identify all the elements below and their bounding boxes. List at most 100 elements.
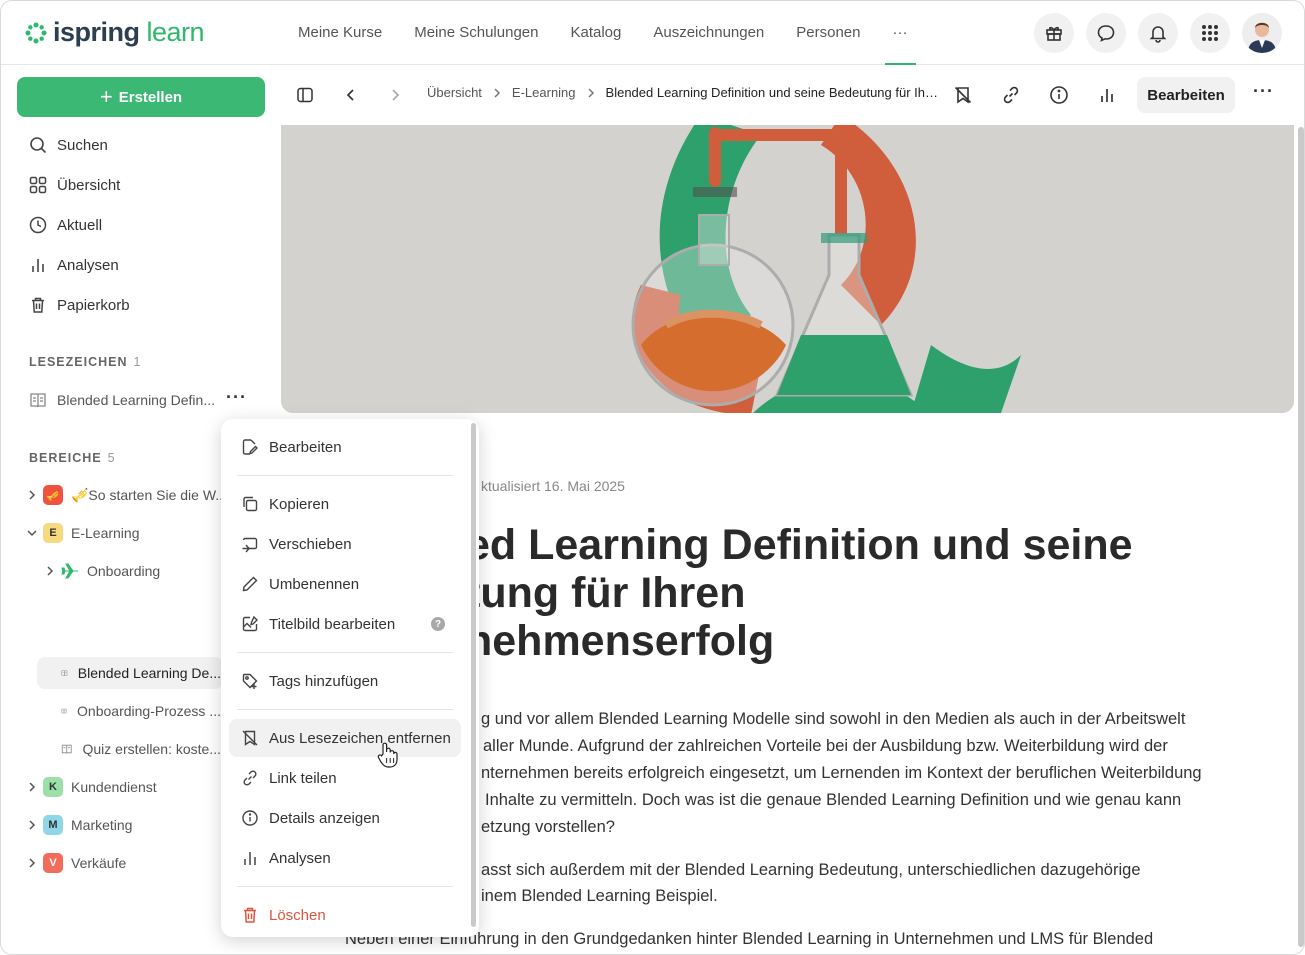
copy-icon bbox=[243, 496, 258, 512]
chat-button[interactable] bbox=[1086, 13, 1126, 53]
breadcrumb-current: Blended Learning Definition und seine Be… bbox=[605, 85, 942, 100]
sidebar-item-analysen[interactable]: Analysen bbox=[29, 253, 119, 277]
area-item-verkaeufe[interactable]: V Verkäufe bbox=[25, 847, 221, 879]
folder-item-onboarding[interactable]: Onboarding bbox=[43, 555, 221, 587]
course-item-quiz-erstellen[interactable]: Quiz erstellen: koste... bbox=[61, 733, 221, 765]
copy-link-button[interactable] bbox=[999, 83, 1023, 107]
nav-meine-schulungen[interactable]: Meine Schulungen bbox=[398, 1, 554, 65]
back-button[interactable] bbox=[339, 83, 363, 107]
info-button[interactable] bbox=[1047, 83, 1071, 107]
chevron-right-icon bbox=[47, 566, 54, 576]
sidebar-item-label: Übersicht bbox=[57, 176, 121, 194]
move-icon bbox=[242, 537, 258, 553]
avatar[interactable] bbox=[1242, 13, 1282, 53]
menu-item-analysen[interactable]: Analysen bbox=[229, 839, 461, 877]
menu-item-bearbeiten[interactable]: Bearbeiten bbox=[229, 428, 461, 466]
title-line-2: tung für Ihren bbox=[466, 569, 746, 617]
more-options-button[interactable]: ··· bbox=[1253, 81, 1274, 102]
link-icon bbox=[1003, 86, 1019, 104]
paragraph-line: nternehmen bereits erfolgreich eingesetz… bbox=[481, 764, 1202, 782]
analytics-button[interactable] bbox=[1095, 83, 1119, 107]
paragraph-line: asst sich außerdem mit der Blended Learn… bbox=[481, 861, 1141, 879]
area-item-so-starten[interactable]: 🎺 🎺So starten Sie die W... bbox=[25, 479, 221, 511]
edit-button[interactable]: Bearbeiten bbox=[1137, 77, 1235, 113]
chevron-down-icon bbox=[27, 530, 37, 537]
nav-katalog[interactable]: Katalog bbox=[554, 1, 637, 65]
info-icon bbox=[1050, 86, 1068, 104]
chevron-right-icon bbox=[29, 490, 36, 500]
course-item-blended-learning-content[interactable]: Blended Learning De... bbox=[61, 657, 221, 689]
area-badge: K bbox=[43, 777, 63, 797]
breadcrumb-e-learning[interactable]: E-Learning bbox=[512, 85, 576, 100]
help-icon[interactable]: ? bbox=[431, 617, 445, 631]
logo-text: ispring learn bbox=[53, 17, 205, 47]
menu-item-label: Details anzeigen bbox=[269, 809, 380, 827]
area-item-e-learning[interactable]: E E-Learning bbox=[25, 517, 221, 549]
area-item-marketing[interactable]: M Marketing bbox=[25, 809, 221, 841]
menu-item-details-anzeigen[interactable]: Details anzeigen bbox=[229, 799, 461, 837]
logo-icon bbox=[25, 22, 47, 43]
image-edit-icon bbox=[242, 615, 258, 632]
menu-item-titelbild-bearbeiten[interactable]: Titelbild bearbeiten ? bbox=[229, 605, 461, 643]
nav-more[interactable]: ··· bbox=[877, 1, 924, 65]
forward-button[interactable] bbox=[383, 83, 407, 107]
chevron-left-icon bbox=[346, 89, 354, 101]
notifications-button[interactable] bbox=[1138, 13, 1178, 53]
sidebar-item-label: Papierkorb bbox=[57, 296, 130, 314]
document-icon bbox=[61, 708, 67, 714]
chevron-right-icon bbox=[392, 89, 400, 101]
area-label: Marketing bbox=[71, 817, 133, 833]
context-menu: Bearbeiten Kopieren Verschieben Umbenenn… bbox=[221, 419, 479, 937]
menu-item-label: Löschen bbox=[269, 906, 326, 924]
menu-item-tags-hinzufuegen[interactable]: Tags hinzufügen bbox=[229, 662, 461, 700]
menu-scrollbar[interactable] bbox=[471, 423, 476, 927]
course-label: Quiz erstellen: koste... bbox=[82, 741, 221, 757]
menu-item-umbenennen[interactable]: Umbenennen bbox=[229, 565, 461, 603]
menu-item-aus-lesezeichen-entfernen[interactable]: Aus Lesezeichen entfernen bbox=[229, 719, 461, 757]
bar-chart-icon bbox=[244, 852, 256, 865]
paragraph-line: inem Blended Learning Beispiel. bbox=[481, 887, 718, 905]
cover-dim-overlay bbox=[281, 125, 1294, 413]
updated-date: ktualisiert 16. Mai 2025 bbox=[481, 478, 625, 494]
apps-button[interactable] bbox=[1190, 13, 1230, 53]
nav-personen[interactable]: Personen bbox=[780, 1, 876, 65]
bookmark-more-button[interactable]: ··· bbox=[226, 387, 247, 408]
course-item-onboarding-prozess[interactable]: Onboarding-Prozess ... bbox=[61, 695, 221, 727]
create-button[interactable]: + Erstellen bbox=[17, 77, 265, 117]
sidebar-item-papierkorb[interactable]: Papierkorb bbox=[29, 293, 130, 317]
sidebar-item-aktuell[interactable]: Aktuell bbox=[29, 213, 102, 237]
menu-item-kopieren[interactable]: Kopieren bbox=[229, 485, 461, 523]
bookmark-remove-icon bbox=[954, 86, 972, 104]
menu-separator bbox=[237, 652, 453, 653]
menu-item-verschieben[interactable]: Verschieben bbox=[229, 525, 461, 563]
area-badge: M bbox=[43, 815, 63, 835]
menu-item-label: Verschieben bbox=[269, 535, 352, 553]
nav-auszeichnungen[interactable]: Auszeichnungen bbox=[637, 1, 780, 65]
gift-button[interactable] bbox=[1034, 13, 1074, 53]
sidebar-item-suchen[interactable]: Suchen bbox=[29, 133, 108, 157]
menu-separator bbox=[237, 886, 453, 887]
sidebar-item-uebersicht[interactable]: Übersicht bbox=[29, 173, 120, 197]
area-badge: 🎺 bbox=[43, 485, 63, 505]
area-item-kundendienst[interactable]: K Kundendienst bbox=[25, 771, 221, 803]
link-icon bbox=[243, 770, 257, 786]
paragraph-line: Inhalte zu vermitteln. Doch was ist die … bbox=[485, 791, 1182, 809]
breadcrumb-uebersicht[interactable]: Übersicht bbox=[427, 85, 482, 100]
area-badge: V bbox=[43, 853, 63, 873]
logo[interactable]: ispring learn bbox=[25, 17, 205, 48]
chevron-right-icon bbox=[29, 782, 36, 792]
bookmark-toggle-button[interactable] bbox=[951, 83, 975, 107]
bookmark-remove-icon bbox=[242, 730, 258, 746]
content-scrollbar-thumb[interactable] bbox=[1298, 127, 1304, 947]
chat-icon bbox=[1097, 25, 1115, 42]
menu-item-label: Analysen bbox=[269, 849, 331, 867]
menu-item-loeschen[interactable]: Löschen bbox=[229, 896, 461, 934]
bookmark-item[interactable]: Blended Learning Defin... bbox=[29, 384, 219, 416]
toggle-sidebar-button[interactable] bbox=[293, 83, 317, 107]
user-avatar-icon bbox=[1242, 13, 1282, 53]
bookmarks-header: LESEZEICHEN 1 bbox=[29, 355, 142, 369]
folder-label: Onboarding bbox=[87, 563, 161, 579]
nav-meine-kurse[interactable]: Meine Kurse bbox=[282, 1, 398, 65]
app-window: ispring learn Meine Kurse Meine Schulung… bbox=[0, 0, 1305, 955]
menu-item-link-teilen[interactable]: Link teilen bbox=[229, 759, 461, 797]
